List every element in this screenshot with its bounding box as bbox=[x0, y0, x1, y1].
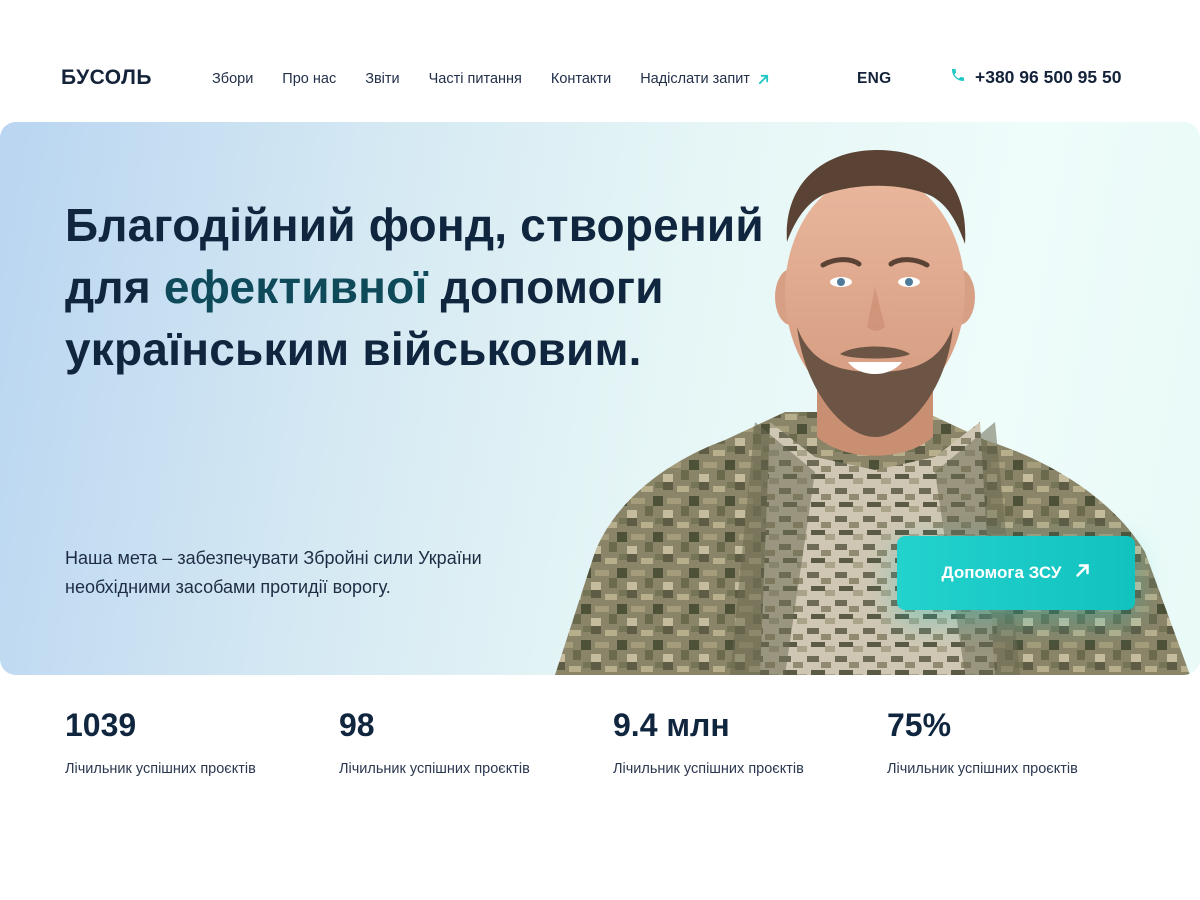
stat-value: 98 bbox=[339, 707, 375, 743]
stat-value: 75% bbox=[887, 707, 952, 743]
stat-item: 75% Лічильник успішних проєктів bbox=[887, 703, 1161, 777]
stat-label: Лічильник успішних проєктів bbox=[65, 761, 256, 777]
stat-item: 98 Лічильник успішних проєктів bbox=[339, 703, 613, 777]
arrow-up-right-icon bbox=[1075, 563, 1090, 583]
stat-value: 9.4 млн bbox=[613, 707, 730, 743]
nav-item-label: Часті питання bbox=[428, 71, 522, 87]
nav-item-reports[interactable]: Звіти bbox=[365, 71, 399, 87]
nav-item-label: Збори bbox=[212, 71, 254, 87]
nav-item-label: Надіслати запит bbox=[640, 71, 750, 87]
stats-row: 1039 Лічильник успішних проєктів 98 Лічи… bbox=[65, 703, 1165, 777]
nav-item-label: Контакти bbox=[550, 71, 612, 87]
stat-item: 9.4 млн Лічильник успішних проєктів bbox=[613, 703, 887, 777]
main-nav: Збори Про нас Звіти Часті питання Контак… bbox=[212, 71, 769, 87]
stat-item: 1039 Лічильник успішних проєктів bbox=[65, 703, 339, 777]
nav-item-send-request[interactable]: Надіслати запит bbox=[640, 71, 769, 87]
stat-label: Лічильник успішних проєктів bbox=[613, 761, 804, 777]
hero-title-accent: ефективної bbox=[163, 261, 428, 313]
arrow-up-right-icon bbox=[758, 74, 769, 85]
nav-item-label: Про нас bbox=[282, 71, 337, 87]
nav-item-faq[interactable]: Часті питання bbox=[429, 71, 522, 87]
phone-number: +380 96 500 95 50 bbox=[975, 67, 1122, 87]
stat-value: 1039 bbox=[65, 707, 137, 743]
cta-label: Допомога ЗСУ bbox=[941, 563, 1062, 582]
nav-item-contacts[interactable]: Контакти bbox=[551, 71, 611, 87]
nav-item-about[interactable]: Про нас bbox=[282, 71, 336, 87]
nav-item-label: Звіти bbox=[365, 71, 400, 87]
help-army-button[interactable]: Допомога ЗСУ bbox=[897, 536, 1135, 610]
nav-item-zbory[interactable]: Збори bbox=[212, 71, 253, 87]
language-switch[interactable]: ENG bbox=[857, 70, 892, 88]
phone-icon bbox=[950, 67, 966, 88]
site-header: БУСОЛЬ Збори Про нас Звіти Часті питання… bbox=[0, 0, 1200, 122]
phone-link[interactable]: +380 96 500 95 50 bbox=[950, 67, 1121, 88]
hero-banner: Благодійний фонд, створений для ефективн… bbox=[0, 122, 1200, 675]
stat-label: Лічильник успішних проєктів bbox=[887, 761, 1078, 777]
hero-subtitle: Наша мета – забезпечувати Збройні сили У… bbox=[65, 548, 482, 597]
logo[interactable]: БУСОЛЬ bbox=[61, 66, 152, 90]
stat-label: Лічильник успішних проєктів bbox=[339, 761, 530, 777]
